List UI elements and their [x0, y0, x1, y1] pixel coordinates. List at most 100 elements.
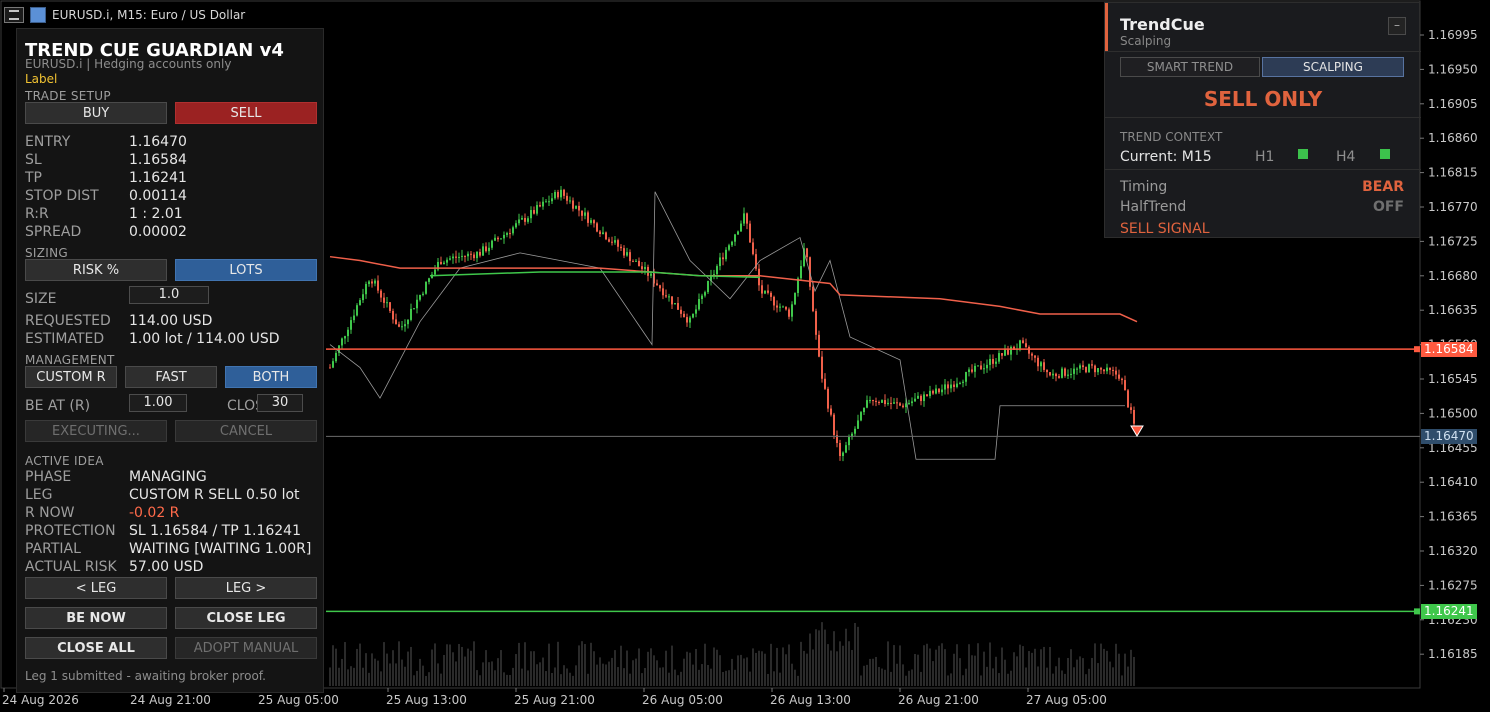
volume-bar [548, 643, 550, 686]
timing-value: BEAR [1362, 179, 1404, 195]
volume-bar [665, 650, 667, 686]
volume-bar [461, 646, 463, 686]
fast-button[interactable]: FAST [125, 366, 217, 388]
candle-body [596, 223, 598, 232]
candle-body [512, 227, 514, 234]
price-tick-label: 1.16410 [1428, 475, 1478, 489]
candle-body [488, 247, 490, 252]
volume-bar [575, 665, 577, 686]
close-leg-button[interactable]: CLOSE LEG [175, 607, 317, 629]
close-all-button[interactable]: CLOSE ALL [25, 637, 167, 659]
volume-bar [1073, 667, 1075, 686]
volume-bar [491, 661, 493, 686]
volume-bar [929, 648, 931, 686]
volume-bar [998, 673, 1000, 686]
candle-body [524, 217, 526, 222]
candle-body [620, 246, 622, 249]
row-value: MANAGING [129, 469, 207, 485]
adopt-manual-button[interactable]: ADOPT MANUAL [175, 637, 317, 659]
candle-body [860, 412, 862, 421]
candle-body [533, 210, 535, 214]
volume-bar [671, 645, 673, 686]
chart-menu-icon[interactable] [4, 7, 24, 23]
candle-body [791, 304, 793, 317]
candle-body [389, 302, 391, 311]
volume-bar [842, 645, 844, 686]
next-leg-button[interactable]: LEG > [175, 577, 317, 599]
volume-bar [857, 626, 859, 686]
candle-body [995, 361, 997, 364]
executing-button[interactable]: EXECUTING... [25, 420, 167, 442]
volume-bar [383, 642, 385, 686]
custom-r-button[interactable]: CUSTOM R [25, 366, 117, 388]
chart-type-icon[interactable] [30, 7, 46, 23]
candle-body [749, 223, 751, 243]
candle-body [443, 262, 445, 265]
trend-band-line [329, 255, 1138, 323]
candle-body [497, 237, 499, 240]
tab-scalping[interactable]: SCALPING [1262, 57, 1404, 77]
volume-bar [884, 669, 886, 686]
tab-smart-trend[interactable]: SMART TREND [1120, 57, 1260, 77]
candle-body [854, 428, 856, 434]
price-tick-label: 1.16635 [1428, 303, 1478, 317]
candle-body [425, 281, 427, 294]
sell-button[interactable]: SELL [175, 102, 317, 124]
volume-bar [992, 668, 994, 686]
volume-bar [1094, 643, 1096, 686]
row-label: TP [25, 170, 42, 186]
be-at-label: BE AT (R) [25, 398, 91, 414]
buy-button[interactable]: BUY [25, 102, 167, 124]
volume-bar [359, 643, 361, 686]
volume-bar [968, 644, 970, 686]
cancel-button[interactable]: CANCEL [175, 420, 317, 442]
volume-bar [740, 654, 742, 686]
candle-body [413, 308, 415, 310]
size-input[interactable]: 1.0 [129, 286, 209, 304]
volume-bar [473, 641, 475, 686]
candle-body [617, 240, 619, 247]
volume-bar [683, 658, 685, 686]
candle-body [800, 266, 802, 279]
volume-bar [332, 645, 334, 686]
be-now-button[interactable]: BE NOW [25, 607, 167, 629]
candle-body [698, 299, 700, 310]
candle-body [1046, 369, 1048, 373]
candle-body [1091, 364, 1093, 366]
volume-bar [338, 667, 340, 686]
h1-label: H1 [1255, 149, 1275, 165]
candle-body [452, 256, 454, 259]
volume-bar [329, 667, 331, 686]
volume-bar [446, 644, 448, 686]
price-tick-label: 1.16860 [1428, 131, 1478, 145]
candle-body [863, 407, 865, 413]
both-button[interactable]: BOTH [225, 366, 317, 388]
volume-bar [788, 644, 790, 686]
candle-body [1082, 365, 1084, 368]
panel-subtitle: EURUSD.i | Hedging accounts only [25, 57, 232, 71]
volume-bar [593, 651, 595, 686]
volume-bar [875, 656, 877, 686]
risk-percent-button[interactable]: RISK % [25, 259, 167, 281]
volume-bar [776, 647, 778, 686]
row-value: 1.16584 [129, 152, 187, 168]
volume-bar [455, 661, 457, 686]
be-at-input[interactable]: 1.00 [129, 394, 187, 412]
candle-body [983, 368, 985, 370]
volume-bar [869, 658, 871, 686]
candle-body [1067, 374, 1069, 376]
candle-body [455, 256, 457, 258]
volume-bar [698, 669, 700, 686]
candle-body [407, 319, 409, 325]
candle-body [1031, 353, 1033, 356]
close-percent-input[interactable]: 30 [257, 394, 303, 412]
minimize-button[interactable]: – [1388, 17, 1406, 35]
volume-bar [854, 622, 856, 686]
volume-bar [1109, 661, 1111, 686]
candle-body [461, 255, 463, 257]
prev-leg-button[interactable]: < LEG [25, 577, 167, 599]
h4-label: H4 [1336, 149, 1356, 165]
volume-bar [1055, 666, 1057, 686]
lots-button[interactable]: LOTS [175, 259, 317, 281]
candle-body [1073, 368, 1075, 374]
